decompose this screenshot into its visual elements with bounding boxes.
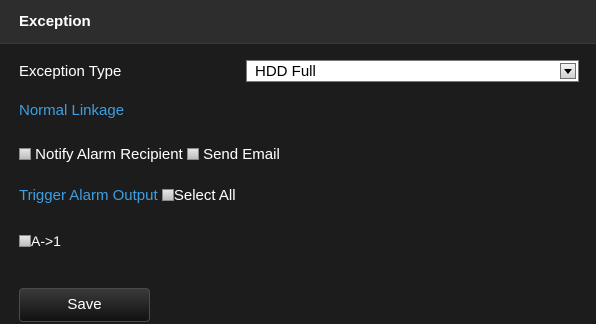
- trigger-alarm-output-label: Trigger Alarm Output: [19, 187, 158, 204]
- send-email-label: Send Email: [203, 146, 280, 163]
- select-all-label: Select All: [173, 187, 236, 204]
- notify-alarm-recipient-checkbox[interactable]: [19, 148, 31, 160]
- exception-type-value: HDD Full: [255, 63, 316, 80]
- linkage-options: Notify Alarm Recipient Send Email: [19, 146, 280, 163]
- normal-linkage-label: Normal Linkage: [19, 102, 125, 119]
- select-all-checkbox[interactable]: [161, 189, 174, 201]
- section-title: Exception: [19, 13, 91, 30]
- exception-type-select[interactable]: HDD Full: [246, 60, 579, 82]
- notify-alarm-recipient-label: Notify Alarm Recipient: [35, 146, 183, 163]
- trigger-alarm-row: Trigger Alarm Output Select All: [19, 187, 236, 204]
- chevron-down-icon[interactable]: [560, 63, 576, 79]
- section-header: Exception: [0, 0, 596, 44]
- output-a1-label: A->1: [31, 233, 61, 249]
- output-item: A->1: [19, 233, 61, 250]
- save-button[interactable]: Save: [19, 288, 150, 322]
- exception-type-label: Exception Type: [19, 63, 122, 80]
- output-a1-checkbox[interactable]: [19, 235, 31, 247]
- send-email-checkbox[interactable]: [186, 148, 199, 160]
